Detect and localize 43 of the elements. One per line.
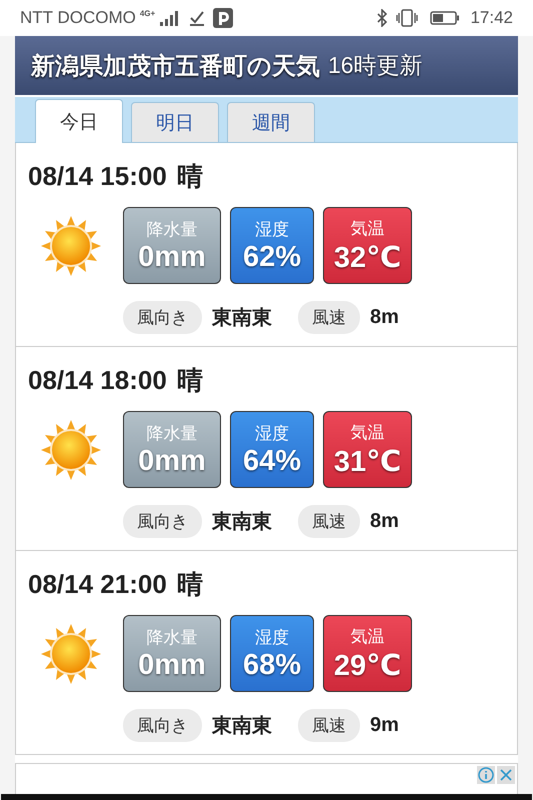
wind-direction-label: 風向き bbox=[123, 709, 202, 742]
tab[interactable]: 今日 bbox=[35, 99, 123, 143]
page-title: 新潟県加茂市五番町の天気 bbox=[31, 52, 320, 82]
tab[interactable]: 週間 bbox=[227, 102, 315, 142]
carrier-name: NTT DOCOMO bbox=[20, 8, 136, 28]
wind-direction: 東南東 bbox=[212, 510, 272, 535]
wind-direction: 東南東 bbox=[212, 714, 272, 739]
forecast-time: 08/14 18:00 bbox=[28, 364, 167, 396]
metric-tile: 湿度 64% bbox=[230, 411, 314, 488]
wind-speed-label: 風速 bbox=[298, 709, 360, 742]
vibrate-icon bbox=[396, 9, 418, 27]
app-icon bbox=[213, 8, 234, 28]
weather-condition: 晴 bbox=[176, 160, 203, 192]
tab[interactable]: 明日 bbox=[131, 102, 219, 142]
metric-tile: 気温 31℃ bbox=[323, 411, 412, 488]
wind-direction-label: 風向き bbox=[123, 505, 202, 538]
metric-tile: 湿度 68% bbox=[230, 615, 314, 692]
bluetooth-icon bbox=[376, 9, 388, 27]
wind-speed-label: 風速 bbox=[298, 301, 360, 334]
wind-direction: 東南東 bbox=[212, 306, 272, 331]
metric-tile: 降水量 0mm bbox=[123, 411, 221, 488]
check-icon bbox=[189, 10, 206, 26]
weather-condition: 晴 bbox=[176, 364, 203, 396]
info-icon[interactable] bbox=[477, 766, 495, 784]
weather-condition: 晴 bbox=[176, 568, 203, 600]
wind-speed: 9m bbox=[370, 714, 399, 737]
metric-tile: 気温 29℃ bbox=[323, 615, 412, 692]
wind-speed: 8m bbox=[370, 510, 399, 533]
wind-direction-label: 風向き bbox=[123, 301, 202, 334]
clock: 17:42 bbox=[470, 8, 513, 28]
metric-tile: 気温 32℃ bbox=[323, 207, 412, 284]
forecast-time: 08/14 15:00 bbox=[28, 160, 167, 192]
wind-speed-label: 風速 bbox=[298, 505, 360, 538]
metric-tile: 降水量 0mm bbox=[123, 615, 221, 692]
metric-tile: 降水量 0mm bbox=[123, 207, 221, 284]
forecast-time: 08/14 21:00 bbox=[28, 568, 167, 600]
metric-tile: 湿度 62% bbox=[230, 207, 314, 284]
signal-icon bbox=[159, 10, 180, 26]
battery-icon bbox=[430, 10, 460, 26]
close-icon[interactable] bbox=[497, 766, 515, 784]
update-time: 16時更新 bbox=[328, 51, 423, 80]
network-label: 4G+ bbox=[140, 10, 156, 18]
wind-speed: 8m bbox=[370, 306, 399, 329]
